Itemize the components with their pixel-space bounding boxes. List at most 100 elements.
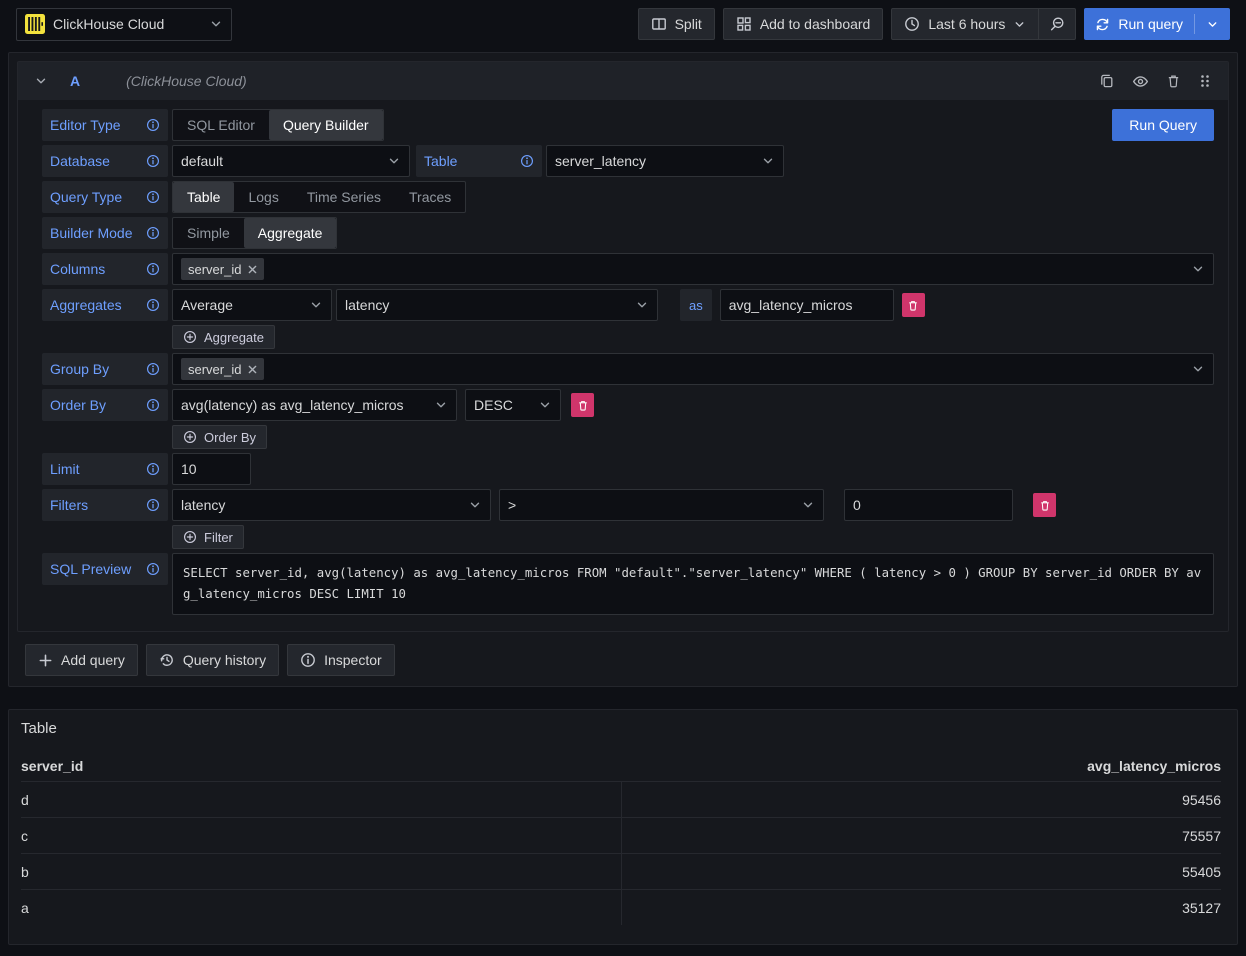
label-text: Query Type: [50, 189, 122, 205]
info-icon[interactable]: [146, 498, 160, 512]
option-query-builder[interactable]: Query Builder: [269, 110, 383, 140]
query-card-header[interactable]: A (ClickHouse Cloud): [18, 62, 1228, 100]
order-by-expression-value: avg(latency) as avg_latency_micros: [181, 397, 404, 413]
collapse-chevron-icon[interactable]: [34, 74, 48, 88]
datasource-picker[interactable]: ClickHouse Cloud: [16, 8, 232, 41]
label-text: Table: [424, 153, 457, 169]
filter-column-select[interactable]: latency: [172, 489, 491, 521]
table-select[interactable]: server_latency: [546, 145, 784, 177]
filter-column-value: latency: [181, 497, 225, 513]
time-range-label: Last 6 hours: [928, 16, 1005, 32]
time-picker-group: Last 6 hours: [891, 8, 1076, 40]
chevron-down-icon: [635, 298, 649, 312]
datasource-name: ClickHouse Cloud: [53, 16, 164, 32]
option-aggregate[interactable]: Aggregate: [244, 218, 337, 248]
add-order-by-button[interactable]: Order By: [172, 425, 267, 449]
aggregate-alias-input[interactable]: avg_latency_micros: [720, 289, 894, 321]
info-icon[interactable]: [146, 226, 160, 240]
query-card: A (ClickHouse Cloud) Editor Type: [17, 61, 1229, 632]
add-filter-button[interactable]: Filter: [172, 525, 244, 549]
aggregate-function-select[interactable]: Average: [172, 289, 332, 321]
add-to-dashboard-button[interactable]: Add to dashboard: [723, 8, 884, 40]
as-label: as: [680, 289, 712, 321]
order-by-expression-select[interactable]: avg(latency) as avg_latency_micros: [172, 389, 457, 421]
add-aggregate-button[interactable]: Aggregate: [172, 325, 275, 349]
sql-preview-row: SQL Preview SELECT server_id, avg(latenc…: [42, 553, 1224, 615]
split-button[interactable]: Split: [638, 8, 715, 40]
aggregate-column-select[interactable]: latency: [336, 289, 658, 321]
chevron-down-icon: [1013, 18, 1026, 31]
columns-multiselect[interactable]: server_id: [172, 253, 1214, 285]
order-by-row: Order By avg(latency) as avg_latency_mic…: [42, 389, 1224, 421]
add-aggregate-row: Aggregate: [42, 325, 1224, 349]
info-icon[interactable]: [146, 398, 160, 412]
cell-server-id: b: [21, 854, 622, 889]
run-query-button[interactable]: Run query: [1084, 8, 1230, 40]
info-icon[interactable]: [520, 154, 534, 168]
add-query-button[interactable]: Add query: [25, 644, 138, 676]
info-circle-icon: [300, 652, 316, 668]
option-logs[interactable]: Logs: [234, 182, 292, 212]
field-label-filters: Filters: [42, 489, 168, 521]
add-query-label: Add query: [61, 652, 125, 668]
info-icon[interactable]: [146, 362, 160, 376]
limit-input[interactable]: 10: [172, 453, 251, 485]
time-range-button[interactable]: Last 6 hours: [891, 8, 1039, 40]
run-query-panel-button[interactable]: Run Query: [1112, 109, 1214, 141]
option-traces[interactable]: Traces: [395, 182, 465, 212]
field-label-limit: Limit: [42, 453, 168, 485]
option-simple[interactable]: Simple: [173, 218, 244, 248]
tag-label: server_id: [188, 362, 241, 377]
info-icon[interactable]: [146, 298, 160, 312]
inspector-button[interactable]: Inspector: [287, 644, 395, 676]
delete-query-icon[interactable]: [1166, 73, 1181, 89]
chevron-down-icon: [761, 154, 775, 168]
editor-type-row: Editor Type SQL Editor Query Builder Run…: [42, 109, 1224, 141]
remove-order-by-button[interactable]: [571, 393, 594, 417]
toolbar: ClickHouse Cloud Split Add to dashboard …: [0, 0, 1246, 48]
remove-aggregate-button[interactable]: [902, 293, 925, 317]
info-icon[interactable]: [146, 118, 160, 132]
column-header-avg-latency-micros[interactable]: avg_latency_micros: [622, 758, 1221, 774]
query-history-button[interactable]: Query history: [146, 644, 279, 676]
sync-icon: [1095, 17, 1110, 32]
remove-tag-icon[interactable]: [248, 365, 257, 374]
chevron-down-icon[interactable]: [1206, 18, 1219, 31]
add-aggregate-label: Aggregate: [204, 330, 264, 345]
group-by-multiselect[interactable]: server_id: [172, 353, 1214, 385]
eye-icon[interactable]: [1132, 73, 1149, 90]
zoom-out-button[interactable]: [1039, 8, 1076, 40]
info-icon[interactable]: [146, 154, 160, 168]
remove-tag-icon[interactable]: [248, 265, 257, 274]
query-type-toggle: Table Logs Time Series Traces: [172, 181, 466, 213]
label-text: Order By: [50, 397, 106, 413]
query-history-label: Query history: [183, 652, 266, 668]
limit-row: Limit 10: [42, 453, 1224, 485]
builder-mode-toggle: Simple Aggregate: [172, 217, 337, 249]
add-filter-row: Filter: [42, 525, 1224, 549]
info-icon[interactable]: [146, 190, 160, 204]
add-filter-label: Filter: [204, 530, 233, 545]
order-direction-select[interactable]: DESC: [465, 389, 561, 421]
filter-value-input[interactable]: 0: [844, 489, 1013, 521]
database-select[interactable]: default: [172, 145, 410, 177]
option-time-series[interactable]: Time Series: [293, 182, 395, 212]
database-table-row: Database default Table server_latency: [42, 145, 1224, 177]
info-icon[interactable]: [146, 262, 160, 276]
info-icon[interactable]: [146, 462, 160, 476]
column-header-server-id[interactable]: server_id: [21, 751, 622, 781]
chevron-down-icon: [538, 398, 552, 412]
label-text: Group By: [50, 361, 109, 377]
label-text: Editor Type: [50, 117, 121, 133]
option-sql-editor[interactable]: SQL Editor: [173, 110, 269, 140]
info-icon[interactable]: [146, 562, 160, 576]
drag-handle-icon[interactable]: [1198, 73, 1212, 89]
remove-filter-button[interactable]: [1033, 493, 1056, 517]
column-tag: server_id: [181, 258, 264, 280]
filter-operator-select[interactable]: >: [499, 489, 824, 521]
option-table[interactable]: Table: [173, 182, 234, 212]
clickhouse-logo-icon: [25, 14, 45, 34]
plus-circle-icon: [183, 530, 197, 544]
chevron-down-icon: [1191, 362, 1205, 376]
duplicate-query-icon[interactable]: [1099, 73, 1115, 89]
